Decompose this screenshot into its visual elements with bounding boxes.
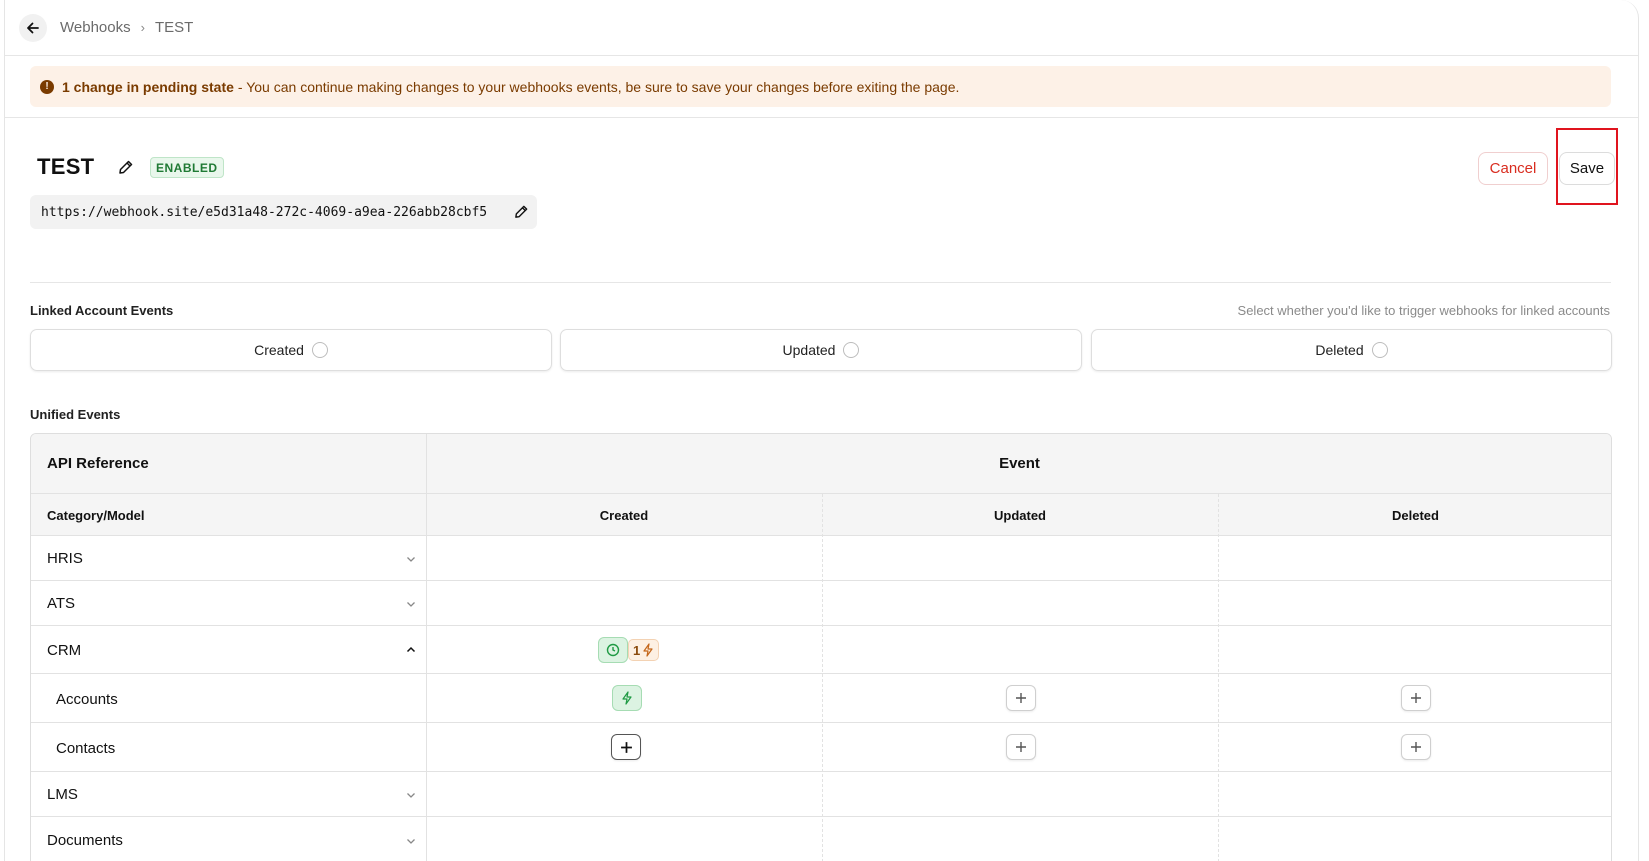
table-row (31, 674, 1611, 723)
linked-account-hint: Select whether you'd like to trigger web… (1237, 303, 1610, 318)
bolt-icon (622, 691, 632, 705)
crm-created-status-button[interactable] (598, 637, 628, 663)
cancel-button[interactable]: Cancel (1478, 152, 1548, 185)
linked-account-deleted-option[interactable]: Deleted (1091, 329, 1612, 371)
divider (5, 117, 1638, 118)
webhook-url: https://webhook.site/e5d31a48-272c-4069-… (41, 204, 488, 220)
pending-count: 1 (633, 642, 641, 658)
status-badge: ENABLED (150, 157, 224, 178)
table-row[interactable] (31, 817, 1611, 861)
table-row[interactable] (31, 626, 1611, 674)
option-label: Deleted (1315, 342, 1364, 358)
page-title: TEST (37, 154, 95, 179)
page-frame: Webhooks › TEST ! 1 change in pending st… (4, 0, 1639, 861)
category-ats[interactable]: ATS (47, 595, 75, 612)
accounts-updated-add-button[interactable] (1006, 685, 1036, 711)
chevron-down-icon[interactable] (405, 835, 417, 847)
contacts-deleted-add-button[interactable] (1401, 734, 1431, 760)
unified-events-label: Unified Events (30, 407, 121, 422)
column-header-deleted: Deleted (1392, 508, 1439, 523)
model-accounts: Accounts (56, 691, 118, 708)
bolt-icon (643, 643, 653, 657)
column-divider (426, 434, 427, 861)
accounts-created-toggle[interactable] (612, 685, 642, 711)
contacts-created-add-button[interactable] (611, 734, 641, 760)
plus-icon (1016, 693, 1026, 703)
chevron-down-icon[interactable] (405, 598, 417, 610)
chevron-up-icon[interactable] (405, 644, 417, 656)
linked-account-events-label: Linked Account Events (30, 303, 174, 318)
plus-icon (1016, 742, 1026, 752)
category-documents[interactable]: Documents (47, 832, 123, 849)
table-row[interactable] (31, 581, 1611, 626)
table-row[interactable] (31, 772, 1611, 817)
banner-strong-text: 1 change in pending state (62, 78, 234, 95)
table-row (31, 723, 1611, 772)
category-model-header: Category/Model (47, 508, 145, 523)
pencil-icon[interactable] (514, 204, 529, 219)
column-divider (1218, 494, 1219, 861)
category-crm[interactable]: CRM (47, 642, 81, 659)
breadcrumb-webhooks-link[interactable]: Webhooks (60, 19, 131, 36)
plus-icon (1411, 742, 1421, 752)
pending-changes-banner: ! 1 change in pending state - You can co… (30, 66, 1611, 107)
radio-button[interactable] (311, 342, 328, 358)
linked-account-updated-option[interactable]: Updated (560, 329, 1082, 371)
model-contacts: Contacts (56, 740, 116, 757)
linked-account-created-option[interactable]: Created (30, 329, 552, 371)
top-bar: Webhooks › TEST (5, 0, 1638, 56)
plus-icon (620, 741, 632, 753)
category-hris[interactable]: HRIS (47, 550, 83, 567)
column-header-updated: Updated (994, 508, 1046, 523)
divider (30, 282, 1611, 283)
unified-events-table: API Reference Event Category/Model Creat… (30, 433, 1612, 861)
breadcrumb-separator: › (140, 20, 145, 35)
chevron-down-icon[interactable] (405, 553, 417, 565)
banner-text: - You can continue making changes to you… (237, 78, 960, 95)
column-header-created: Created (599, 508, 649, 523)
event-header: Event (999, 455, 1040, 472)
category-lms[interactable]: LMS (47, 786, 78, 803)
api-reference-header: API Reference (47, 455, 149, 472)
save-button[interactable]: Save (1559, 152, 1615, 185)
accounts-deleted-add-button[interactable] (1401, 685, 1431, 711)
radio-button[interactable] (1371, 342, 1388, 358)
arrow-left-icon (27, 22, 39, 34)
chevron-down-icon[interactable] (405, 789, 417, 801)
table-row[interactable] (31, 536, 1611, 581)
radio-button[interactable] (843, 342, 860, 358)
plus-icon (1411, 693, 1421, 703)
webhook-url-field: https://webhook.site/e5d31a48-272c-4069-… (30, 195, 537, 229)
contacts-updated-add-button[interactable] (1006, 734, 1036, 760)
breadcrumb-current: TEST (154, 19, 194, 36)
pending-count-badge: 1 (628, 639, 660, 661)
warning-icon: ! (40, 79, 54, 94)
column-divider (822, 494, 823, 861)
back-button[interactable] (19, 14, 47, 42)
option-label: Updated (782, 342, 836, 358)
pencil-icon[interactable] (118, 159, 134, 175)
option-label: Created (254, 342, 304, 358)
breadcrumb: Webhooks › TEST (60, 19, 193, 36)
clock-icon (606, 643, 620, 657)
